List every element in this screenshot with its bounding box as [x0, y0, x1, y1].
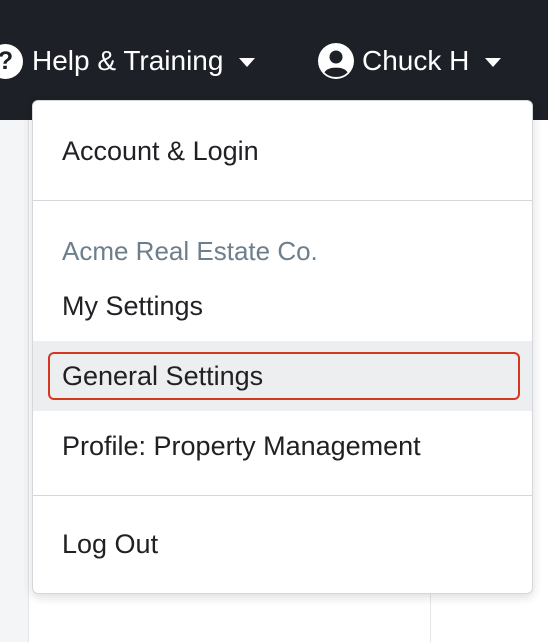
menu-item-profile[interactable]: Profile: Property Management [33, 411, 532, 481]
chevron-down-icon [239, 57, 256, 67]
menu-section-header: Acme Real Estate Co. [62, 236, 318, 266]
menu-item-log-out[interactable]: Log Out [33, 496, 532, 593]
menu-item-label: General Settings [62, 360, 264, 391]
help-training-menu[interactable]: ? Help & Training [0, 38, 256, 84]
chevron-down-icon [485, 57, 502, 67]
menu-item-account-login[interactable]: Account & Login [33, 101, 532, 201]
menu-item-label: Account & Login [62, 135, 259, 166]
user-avatar-icon [318, 43, 354, 79]
user-menu[interactable]: Chuck H [318, 38, 502, 84]
user-dropdown-menu: Account & Login Acme Real Estate Co. My … [32, 100, 533, 594]
user-name-label: Chuck H [362, 45, 470, 76]
help-training-label: Help & Training [32, 45, 224, 76]
menu-item-label: My Settings [62, 290, 204, 321]
question-circle-icon: ? [0, 43, 23, 79]
menu-item-my-settings[interactable]: My Settings [33, 284, 532, 328]
menu-item-label: Log Out [62, 529, 159, 559]
page-divider [430, 590, 431, 642]
menu-separator [33, 200, 532, 201]
page-sidebar [0, 120, 29, 642]
menu-item-label: Profile: Property Management [62, 430, 421, 461]
menu-item-general-settings[interactable]: General Settings [33, 341, 532, 411]
